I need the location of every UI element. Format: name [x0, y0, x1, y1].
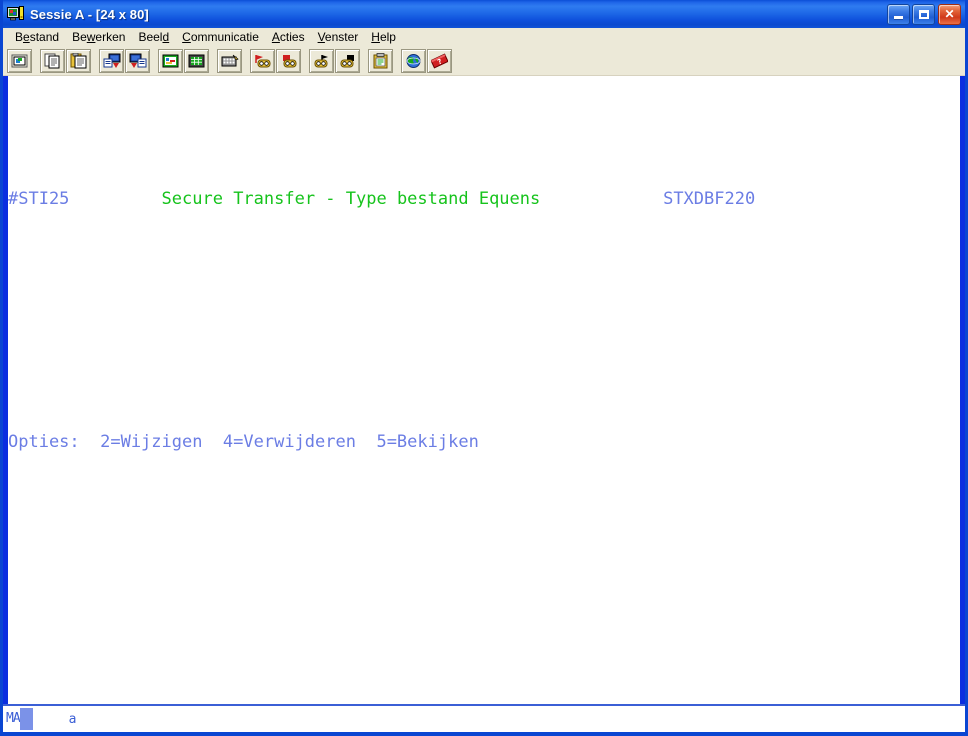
menu-item-venster[interactable]: Venster — [312, 29, 366, 46]
terminal-session-icon — [7, 5, 25, 23]
title-bar: Sessie A - [24 x 80] ✕ — [3, 0, 965, 28]
spreadsheet-icon — [188, 54, 205, 69]
toolbar-separator — [302, 49, 309, 73]
display-setup-button[interactable] — [158, 49, 183, 73]
paste-button[interactable] — [66, 49, 91, 73]
toolbar-separator — [243, 49, 250, 73]
globe-icon — [405, 53, 422, 69]
internet-button[interactable] — [401, 49, 426, 73]
toolbar-separator — [210, 49, 217, 73]
terminal-content[interactable]: #STI25 Secure Transfer - Type bestand Eq… — [8, 76, 960, 704]
stop-red-square-icon — [280, 54, 298, 69]
record-stop-button[interactable] — [276, 49, 301, 73]
status-cursor-block — [19, 708, 33, 730]
screen-id: STXDBF220 — [663, 189, 756, 209]
help-book-icon: ? — [431, 53, 448, 69]
stop-black-square-icon — [339, 54, 357, 69]
toolbar-separator — [361, 49, 368, 73]
menu-item-bewerken[interactable]: Bewerken — [66, 29, 132, 46]
clipboard-button[interactable] — [368, 49, 393, 73]
terminal-screen[interactable]: #STI25 Secure Transfer - Type bestand Eq… — [3, 76, 965, 704]
menu-item-beeld[interactable]: Beeld — [132, 29, 176, 46]
menu-item-bestand[interactable]: Bestand — [9, 29, 66, 46]
terminal-right-border — [960, 76, 965, 704]
program-id: #STI25 — [8, 189, 70, 209]
copy-button[interactable] — [40, 49, 65, 73]
record-start-button[interactable] — [250, 49, 275, 73]
display-session-button[interactable] — [7, 49, 32, 73]
options-line: Opties: 2=Wijzigen 4=Verwijderen 5=Bekij… — [8, 432, 479, 452]
options-row: Opties: 2=Wijzigen 4=Verwijderen 5=Bekij… — [8, 429, 960, 456]
receive-file-icon — [129, 53, 147, 69]
paste-clipboard-icon — [70, 53, 87, 69]
status-keyboard-indicator: a — [68, 711, 77, 727]
keypad-icon — [221, 54, 239, 68]
menu-bar: Bestand Bewerken Beeld Communicatie Acti… — [3, 28, 965, 47]
window-title: Sessie A - [24 x 80] — [30, 6, 149, 22]
send-file-icon — [103, 53, 121, 69]
status-bar: MA a — [3, 704, 965, 732]
blank-row — [8, 294, 960, 321]
blank-row — [8, 537, 960, 564]
receive-file-button[interactable] — [125, 49, 150, 73]
minimize-button[interactable] — [887, 3, 910, 25]
toolbar-separator — [394, 49, 401, 73]
spreadsheet-button[interactable] — [184, 49, 209, 73]
send-file-button[interactable] — [99, 49, 124, 73]
menu-item-help[interactable]: Help — [365, 29, 403, 46]
record-red-flag-icon — [254, 54, 272, 69]
help-index-button[interactable]: ? — [427, 49, 452, 73]
toolbar-separator — [33, 49, 40, 73]
close-button[interactable]: ✕ — [938, 3, 961, 25]
toolbar-separator — [92, 49, 99, 73]
screen-setup-icon — [162, 54, 179, 69]
toolbar: ? — [3, 47, 965, 76]
playback-start-button[interactable] — [309, 49, 334, 73]
keypad-button[interactable] — [217, 49, 242, 73]
close-icon: ✕ — [944, 7, 955, 21]
screen-title: Secure Transfer - Type bestand Equens — [161, 189, 541, 209]
copy-icon — [44, 53, 61, 69]
blank-row — [8, 618, 960, 645]
menu-item-communicatie[interactable]: Communicatie — [176, 29, 266, 46]
maximize-button[interactable] — [912, 3, 935, 25]
status-mode-indicator: MA — [6, 711, 21, 726]
clipboard-icon — [373, 53, 388, 69]
terminal-header-row: #STI25 Secure Transfer - Type bestand Eq… — [8, 186, 960, 213]
menu-item-acties[interactable]: Acties — [266, 29, 312, 46]
play-black-flag-icon — [313, 54, 331, 69]
terminal-emulator-window: Sessie A - [24 x 80] ✕ Bestand Bewerken … — [0, 0, 968, 736]
playback-stop-button[interactable] — [335, 49, 360, 73]
toolbar-separator — [151, 49, 158, 73]
monitor-icon — [11, 54, 28, 69]
